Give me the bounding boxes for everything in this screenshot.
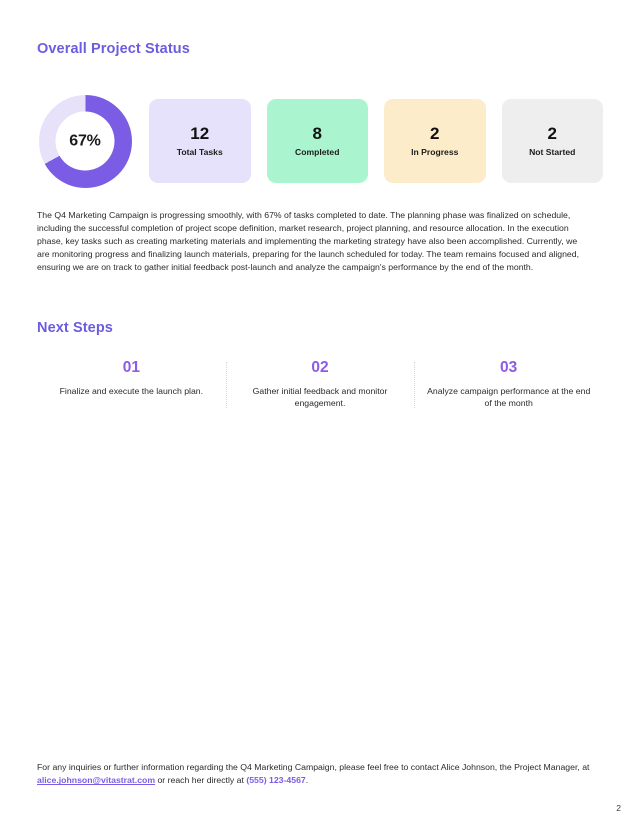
step-number: 01 bbox=[122, 359, 140, 376]
footer-contact-text: For any inquiries or further information… bbox=[37, 761, 590, 788]
stat-card-not-started: 2 Not Started bbox=[501, 99, 603, 183]
section-heading-next-steps: Next Steps bbox=[37, 320, 113, 336]
stat-card-total-tasks: 12 Total Tasks bbox=[149, 99, 251, 183]
step-description: Finalize and execute the launch plan. bbox=[59, 385, 204, 396]
next-step-item-03: 03 Analyze campaign performance at the e… bbox=[414, 360, 603, 410]
contact-phone-link[interactable]: (555) 123-4567 bbox=[246, 775, 305, 785]
donut-center: 67% bbox=[55, 111, 115, 171]
next-steps-row: 01 Finalize and execute the launch plan.… bbox=[37, 360, 603, 410]
step-description: Analyze campaign performance at the end … bbox=[427, 385, 591, 409]
stat-card-in-progress: 2 In Progress bbox=[384, 99, 486, 183]
stat-label: Completed bbox=[295, 147, 340, 158]
step-description: Gather initial feedback and monitor enga… bbox=[252, 385, 388, 409]
footer-text-tail: . bbox=[305, 775, 309, 786]
stat-value: 12 bbox=[190, 124, 210, 144]
donut-ring: 67% bbox=[38, 94, 132, 188]
stat-label: Total Tasks bbox=[176, 147, 223, 158]
step-number: 02 bbox=[311, 359, 329, 376]
completion-donut-chart: 67% bbox=[37, 94, 133, 188]
stat-value: 2 bbox=[430, 124, 440, 144]
footer-text-lead: For any inquiries or further information… bbox=[37, 762, 590, 772]
project-status-paragraph: The Q4 Marketing Campaign is progressing… bbox=[37, 210, 579, 273]
page-number: 2 bbox=[616, 803, 621, 813]
stat-label: Not Started bbox=[529, 147, 576, 158]
stat-card-completed: 8 Completed bbox=[266, 99, 368, 183]
footer-text-middle: or reach her directly at bbox=[155, 775, 247, 786]
section-heading-overall-project-status: Overall Project Status bbox=[37, 41, 190, 57]
stat-value: 2 bbox=[547, 124, 557, 144]
next-step-item-01: 01 Finalize and execute the launch plan. bbox=[37, 360, 226, 410]
stat-value: 8 bbox=[312, 124, 322, 144]
contact-email-link[interactable]: alice.johnson@vitastrat.com bbox=[37, 775, 155, 785]
step-number: 03 bbox=[500, 359, 518, 376]
status-summary-row: 67% 12 Total Tasks 8 Completed 2 In Prog… bbox=[37, 94, 603, 188]
next-step-item-02: 02 Gather initial feedback and monitor e… bbox=[225, 359, 415, 410]
report-page: Overall Project Status 67% 12 Total Task… bbox=[0, 0, 640, 828]
stat-label: In Progress bbox=[411, 147, 459, 158]
donut-percent-label: 67% bbox=[69, 132, 101, 149]
